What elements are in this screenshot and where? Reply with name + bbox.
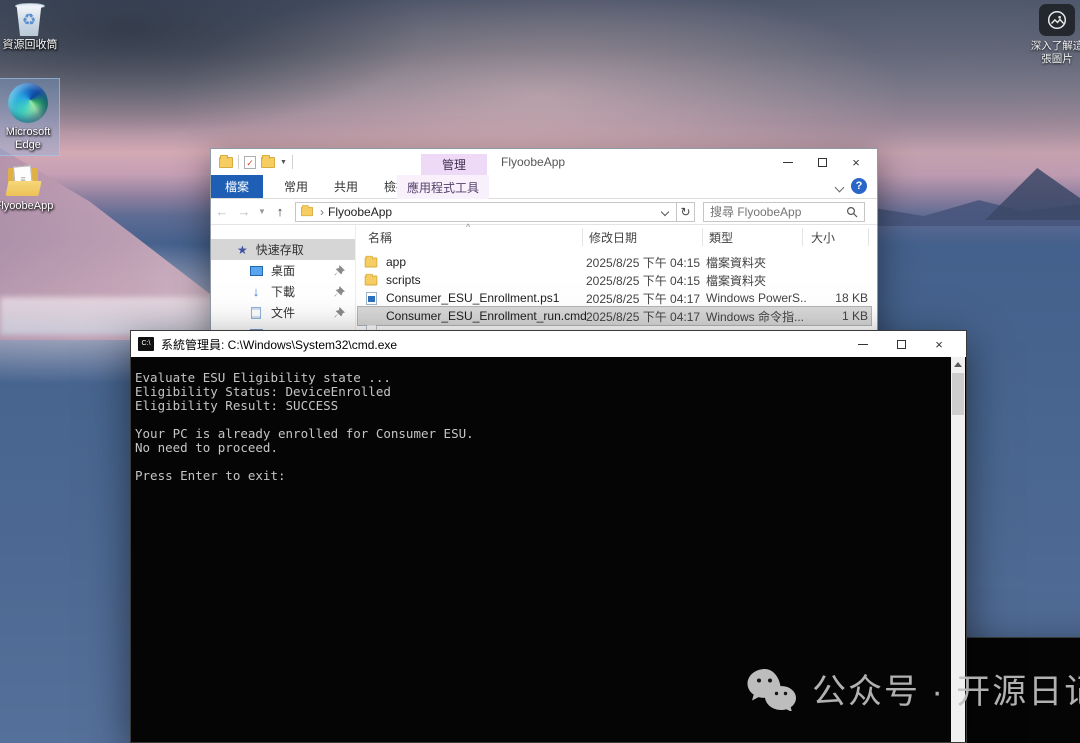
desktop-icon-label: Microsoft Edge	[0, 126, 56, 152]
minimize-button[interactable]	[844, 331, 882, 357]
maximize-button[interactable]	[882, 331, 920, 357]
minimize-icon	[783, 162, 793, 163]
column-header-date[interactable]: 修改日期	[589, 225, 637, 249]
visual-search-label: 深入了解這張圖片	[1028, 40, 1080, 66]
watermark-text: 公众号 · 开源日记	[812, 664, 1080, 713]
pin-icon	[334, 286, 345, 297]
ribbon-tabs: 檔案 常用 共用 檢視 應用程式工具 ?	[211, 175, 877, 199]
navigation-bar: ← → ▼ ↑ › FlyoobeApp ↻ 搜尋 FlyoobeApp	[211, 199, 877, 225]
customize-toolbar-caret-icon[interactable]: ▼	[280, 159, 287, 166]
window-title: FlyoobeApp	[501, 155, 565, 169]
quick-access-star-icon: ★	[237, 243, 248, 257]
minimize-button[interactable]	[771, 149, 805, 175]
folder-icon	[365, 275, 378, 285]
tab-home[interactable]: 常用	[271, 175, 321, 198]
recent-locations-caret-icon[interactable]: ▼	[255, 207, 269, 216]
search-icon	[846, 206, 858, 218]
sidebar-item-documents[interactable]: 文件	[211, 302, 355, 323]
desktop-icon-flyoobe-app[interactable]: ≡ FlyoobeApp	[0, 165, 56, 213]
open-folder-icon: ≡	[6, 165, 42, 197]
tab-file[interactable]: 檔案	[211, 175, 263, 198]
edge-logo-icon	[8, 83, 48, 123]
tab-manage[interactable]: 管理	[421, 154, 487, 175]
watermark: 公众号 · 开源日记	[745, 664, 1080, 713]
column-header-type[interactable]: 類型	[709, 225, 733, 249]
refresh-button[interactable]: ↻	[677, 202, 695, 222]
tab-application-tools[interactable]: 應用程式工具	[397, 175, 489, 199]
cmd-window-controls: ×	[844, 331, 958, 357]
file-row[interactable]: app 2025/8/25 下午 04:15 檔案資料夾	[358, 253, 871, 271]
powershell-file-icon	[366, 292, 377, 305]
downloads-icon: ↓	[249, 284, 263, 299]
close-button[interactable]: ×	[920, 331, 958, 357]
pin-icon	[334, 307, 345, 318]
collapse-ribbon-icon[interactable]	[835, 183, 845, 193]
desktop: ♻ 資源回收筒 Microsoft Edge ≡ FlyoobeApp 深入了解…	[0, 0, 1080, 743]
sidebar-item-downloads[interactable]: ↓ 下載	[211, 281, 355, 302]
wallpaper-mountain-peak	[985, 168, 1080, 220]
forward-button[interactable]: →	[233, 204, 255, 219]
file-row[interactable]: scripts 2025/8/25 下午 04:15 檔案資料夾	[358, 271, 871, 289]
scrollbar-thumb[interactable]	[952, 373, 964, 415]
properties-icon[interactable]: ✓	[244, 156, 256, 169]
address-bar[interactable]: › FlyoobeApp	[295, 202, 677, 222]
window-folder-icon	[219, 157, 233, 168]
sidebar-item-desktop[interactable]: 桌面	[211, 260, 355, 281]
tab-share[interactable]: 共用	[321, 175, 371, 198]
maximize-icon	[897, 340, 906, 349]
close-button[interactable]: ×	[839, 149, 873, 175]
column-header-name[interactable]: 名稱	[368, 225, 392, 249]
breadcrumb[interactable]: FlyoobeApp	[328, 205, 392, 219]
breadcrumb-separator: ›	[320, 205, 324, 219]
address-dropdown-icon[interactable]	[661, 207, 669, 215]
column-header-size[interactable]: 大小	[811, 225, 835, 249]
file-row[interactable]: Consumer_ESU_Enrollment.ps1 2025/8/25 下午…	[358, 289, 871, 307]
up-button[interactable]: ↑	[269, 204, 291, 219]
maximize-icon	[818, 158, 827, 167]
desktop-icon-recycle-bin[interactable]: ♻ 資源回收筒	[0, 3, 62, 52]
file-row-selected[interactable]: Consumer_ESU_Enrollment_run.cmd 2025/8/2…	[358, 307, 871, 325]
sort-ascending-icon: ^	[466, 222, 470, 232]
folder-icon	[365, 257, 378, 267]
recycle-bin-icon: ♻	[15, 3, 45, 36]
search-placeholder: 搜尋 FlyoobeApp	[710, 203, 846, 220]
quick-access-toolbar: ✓ ▼	[211, 155, 293, 169]
image-search-icon	[1039, 4, 1075, 36]
maximize-button[interactable]	[805, 149, 839, 175]
scroll-up-icon[interactable]	[951, 357, 965, 371]
document-icon	[251, 307, 261, 319]
cmd-icon: C:\	[138, 337, 154, 351]
explorer-titlebar: ✓ ▼ 管理 FlyoobeApp ×	[211, 149, 877, 175]
window-controls: ×	[771, 149, 873, 175]
new-folder-icon[interactable]	[261, 157, 275, 168]
sidebar-item-quick-access[interactable]: ★ 快速存取	[211, 239, 355, 260]
desktop-icon	[250, 266, 263, 276]
desktop-icon-label: FlyoobeApp	[0, 200, 53, 213]
pin-icon	[334, 265, 345, 276]
wechat-icon	[745, 667, 797, 711]
back-button[interactable]: ←	[211, 204, 233, 219]
console-text: Evaluate ESU Eligibility state ... Eligi…	[132, 357, 951, 483]
desktop-icon-microsoft-edge[interactable]: Microsoft Edge	[0, 78, 60, 156]
search-input[interactable]: 搜尋 FlyoobeApp	[703, 202, 865, 222]
cmd-titlebar: C:\ 系統管理員: C:\Windows\System32\cmd.exe ×	[131, 331, 966, 357]
desktop-icon-label: 資源回收筒	[3, 39, 58, 52]
help-button[interactable]: ?	[851, 178, 867, 194]
minimize-icon	[858, 344, 868, 345]
visual-search-button[interactable]: 深入了解這張圖片	[1028, 4, 1080, 66]
address-folder-icon	[301, 207, 313, 216]
cmd-window-title: 系統管理員: C:\Windows\System32\cmd.exe	[161, 336, 397, 353]
